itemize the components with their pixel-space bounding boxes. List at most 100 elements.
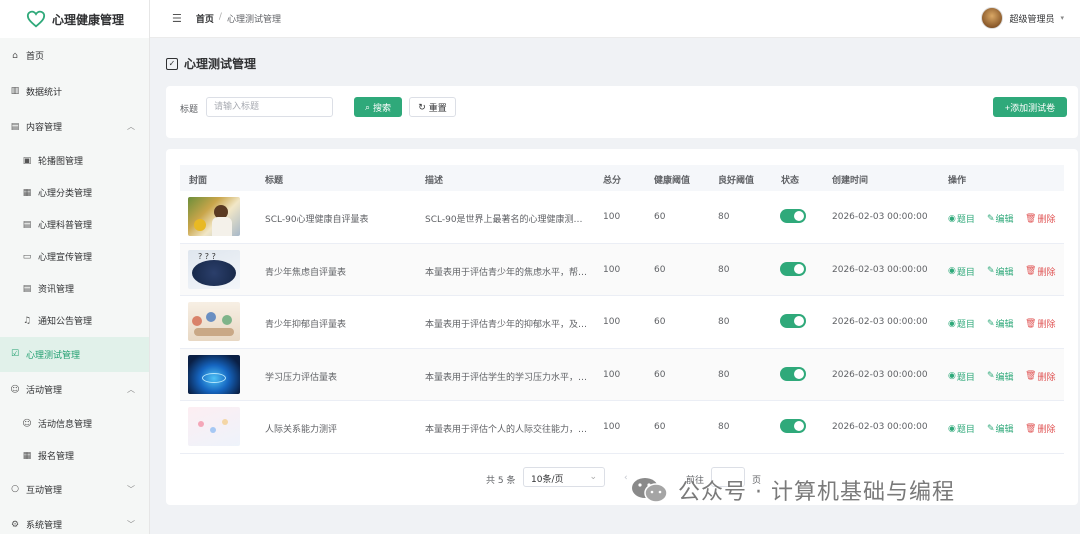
delete-label: 删除 — [1037, 425, 1056, 435]
eye-icon: ◉ — [948, 266, 956, 276]
status-switch[interactable] — [780, 209, 806, 223]
test-title: 青少年焦虑自评量表 — [265, 267, 347, 278]
page-size-value: 10条/页 — [531, 475, 564, 485]
test-title: 人际关系能力测评 — [265, 425, 338, 435]
page-title: ✓ 心理测试管理 — [166, 55, 256, 72]
table-row: ? ? ? 青少年焦虑自评量表 本量表用于评估青少年的焦虑水平，帮… 100 6… — [180, 243, 1064, 296]
trash-icon: 🗑 — [1025, 371, 1037, 381]
test-title: SCL-90心理健康自评量表 — [265, 215, 369, 225]
sidebar-item-science[interactable]: ▤ 心理科普管理 — [0, 209, 149, 241]
chevron-down-icon: ﹀ — [127, 484, 135, 494]
user-menu[interactable]: 超级管理员 ▾ — [981, 7, 1064, 29]
sidebar-item-label: 首页 — [26, 52, 45, 63]
healthy-threshold: 60 — [654, 369, 666, 380]
edit-label: 编辑 — [995, 320, 1014, 330]
questions-button[interactable]: ◉ 题目 — [948, 317, 975, 331]
sidebar-item-promotion[interactable]: ▭ 心理宣传管理 — [0, 241, 149, 273]
status-switch[interactable] — [780, 366, 806, 381]
delete-label: 删除 — [1037, 320, 1056, 330]
healthy-threshold: 60 — [654, 264, 666, 275]
sidebar-item-carousel[interactable]: ▣ 轮播图管理 — [0, 145, 149, 177]
sidebar-item-activity[interactable]: ☺ 活动管理 ︿ — [0, 372, 149, 408]
edit-label: 编辑 — [995, 372, 1014, 383]
questions-label: 题目 — [956, 267, 975, 278]
questions-button[interactable]: ◉ 题目 — [948, 212, 975, 226]
add-test-button[interactable]: +添加测试卷 — [993, 97, 1067, 117]
delete-button[interactable]: 🗑 删除 — [1025, 370, 1055, 383]
sidebar-item-label: 数据统计 — [26, 87, 63, 98]
sidebar-item-home[interactable]: ⌂ 首页 — [0, 38, 149, 74]
questions-label: 题目 — [956, 425, 975, 435]
status-switch[interactable] — [780, 314, 806, 328]
news-icon: ▤ — [22, 283, 32, 294]
column-header: 操作 — [948, 176, 967, 186]
sidebar-item-label: 互动管理 — [26, 485, 63, 496]
prev-page-icon[interactable]: ‹ — [624, 473, 628, 483]
delete-button[interactable]: 🗑 删除 — [1025, 317, 1056, 331]
status-switch[interactable] — [780, 261, 806, 276]
test-title: 学习压力评估量表 — [265, 372, 338, 383]
healthy-threshold: 60 — [654, 422, 666, 432]
edit-button[interactable]: ✎ 编辑 — [987, 422, 1014, 436]
table-row: 人际关系能力测评 本量表用于评估个人的人际交往能力，… 100 60 80 20… — [180, 401, 1064, 454]
edit-button[interactable]: ✎ 编辑 — [987, 317, 1014, 331]
column-header: 标题 — [265, 176, 284, 186]
sidebar-item-label: 通知公告管理 — [38, 317, 93, 327]
sidebar-item-notice[interactable]: ♫ 通知公告管理 — [0, 305, 149, 337]
chevron-down-icon: ﹀ — [127, 520, 135, 530]
delete-button[interactable]: 🗑 删除 — [1025, 422, 1056, 436]
title-search-input[interactable] — [206, 97, 333, 117]
questions-button[interactable]: ◉ 题目 — [948, 265, 975, 278]
good-threshold: 80 — [718, 369, 730, 380]
healthy-threshold: 60 — [654, 317, 666, 327]
questions-label: 题目 — [956, 372, 975, 383]
status-switch[interactable] — [780, 419, 806, 433]
sidebar-item-label: 活动信息管理 — [38, 420, 93, 430]
healthy-threshold: 60 — [654, 212, 666, 222]
gear-icon: ⚙ — [10, 519, 20, 530]
trash-icon: 🗑 — [1025, 423, 1037, 434]
sidebar-item-activity-info[interactable]: ☺ 活动信息管理 — [0, 408, 149, 440]
edit-icon: ✎ — [987, 266, 995, 276]
total-score: 100 — [603, 422, 621, 432]
edit-label: 编辑 — [995, 267, 1014, 278]
cover-image — [188, 302, 240, 341]
sidebar-item-content[interactable]: ▤ 内容管理 ︿ — [0, 109, 149, 145]
sidebar-item-category[interactable]: ▦ 心理分类管理 — [0, 177, 149, 209]
sidebar-item-psych-test[interactable]: ☑ 心理测试管理 — [0, 336, 149, 372]
reset-button[interactable]: ↻ 重置 — [409, 97, 456, 117]
good-threshold: 80 — [718, 264, 730, 275]
good-threshold: 80 — [718, 422, 730, 432]
menu-toggle-icon[interactable]: ☰ — [172, 12, 182, 25]
checkbox-icon: ✓ — [166, 57, 178, 70]
sidebar-item-news[interactable]: ▤ 资讯管理 — [0, 273, 149, 305]
sidebar-item-statistics[interactable]: ▥ 数据统计 — [0, 74, 149, 110]
total-score: 100 — [603, 369, 621, 380]
watermark-text: 公众号 · 计算机基础与编程 — [678, 480, 955, 505]
edit-button[interactable]: ✎ 编辑 — [987, 212, 1014, 226]
delete-button[interactable]: 🗑 删除 — [1025, 212, 1056, 226]
sidebar-item-label: 报名管理 — [38, 452, 75, 462]
sidebar-item-interaction[interactable]: ○ 互动管理 ﹀ — [0, 472, 149, 508]
edit-button[interactable]: ✎ 编辑 — [987, 370, 1014, 383]
eye-icon: ◉ — [948, 423, 956, 434]
page-size-select[interactable]: 10条/页 ⌄ — [523, 467, 605, 487]
app-logo[interactable]: 心理健康管理 — [0, 0, 149, 38]
delete-label: 删除 — [1037, 215, 1056, 225]
sidebar-item-system[interactable]: ⚙ 系统管理 ﹀ — [0, 507, 149, 534]
search-button[interactable]: ⌕ 搜索 — [354, 97, 402, 117]
user-name: 超级管理员 — [1009, 14, 1055, 25]
wechat-icon — [632, 478, 668, 503]
questions-button[interactable]: ◉ 题目 — [948, 422, 975, 436]
edit-icon: ✎ — [987, 213, 995, 224]
questions-button[interactable]: ◉ 题目 — [948, 370, 975, 383]
delete-button[interactable]: 🗑 删除 — [1025, 265, 1055, 278]
grid-icon: ▦ — [22, 187, 32, 198]
sidebar-item-label: 资讯管理 — [38, 285, 75, 295]
breadcrumb-home[interactable]: 首页 — [196, 12, 214, 25]
edit-button[interactable]: ✎ 编辑 — [987, 265, 1014, 278]
sidebar-item-label: 系统管理 — [26, 521, 63, 532]
column-header: 创建时间 — [832, 176, 869, 186]
cover-image — [188, 354, 240, 394]
sidebar-item-signup[interactable]: ▦ 报名管理 — [0, 440, 149, 472]
